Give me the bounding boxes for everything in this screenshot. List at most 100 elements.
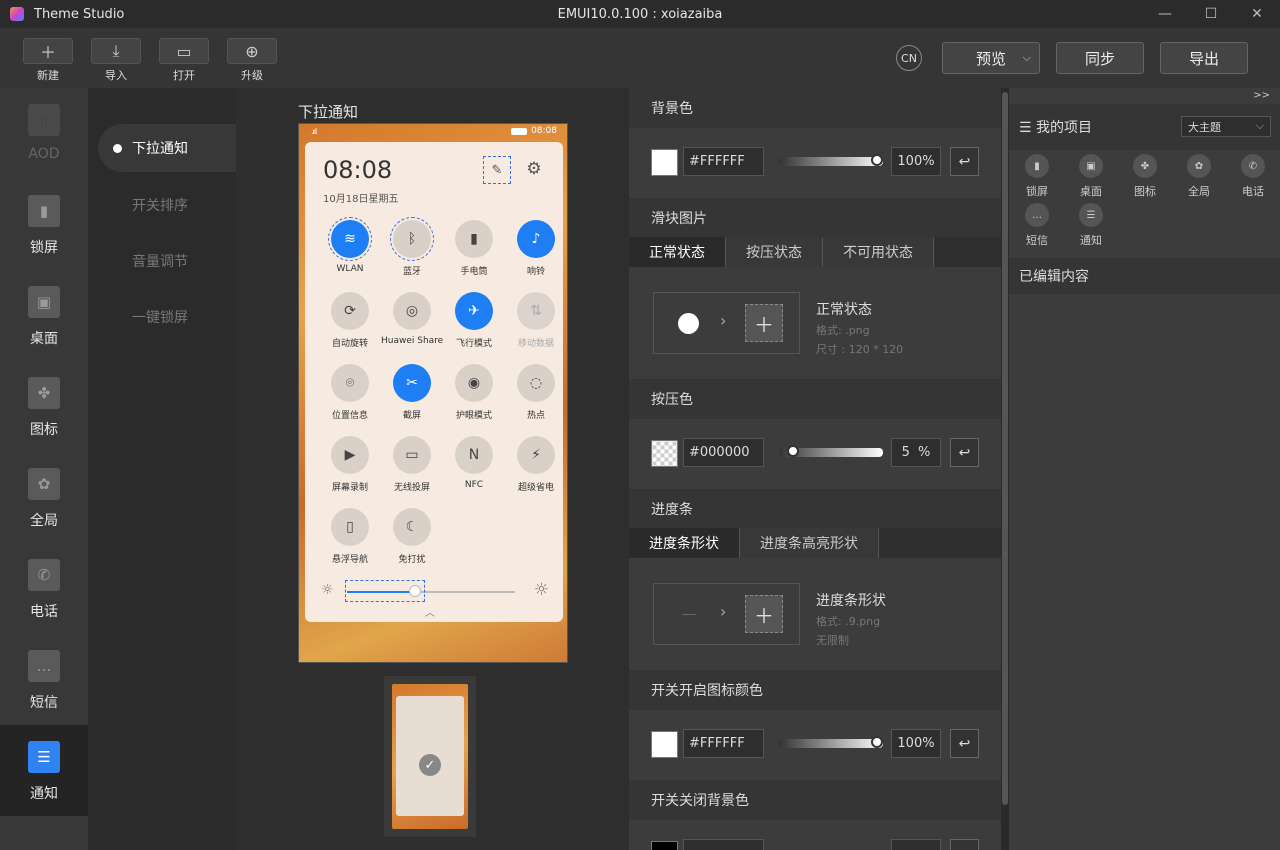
switch-on-opacity-thumb[interactable] <box>871 736 883 748</box>
minimize-button[interactable]: — <box>1142 0 1188 28</box>
brightness-thumb[interactable] <box>409 585 421 597</box>
bg-reset-button[interactable]: ↩ <box>950 147 979 176</box>
tab-pressed-state[interactable]: 按压状态 <box>726 237 823 267</box>
qs-tile-float-nav[interactable]: ▯ 悬浮导航 <box>319 508 381 565</box>
bg-opacity-slider[interactable] <box>779 147 883 176</box>
add-image-button[interactable]: ＋ <box>745 304 783 342</box>
subnav-volume[interactable]: 音量调节 <box>98 237 236 285</box>
properties-scrollbar[interactable] <box>1001 88 1009 850</box>
qs-tile-location[interactable]: ⌾ 位置信息 <box>319 364 381 421</box>
qs-tile-bluetooth[interactable]: ᛒ 蓝牙 <box>381 217 443 277</box>
nav-lockscreen[interactable]: ▮ 锁屏 <box>0 179 88 270</box>
qs-tile-hotspot[interactable]: ◌ 热点 <box>505 364 567 421</box>
project-item-global[interactable]: ✿ 全局 <box>1172 154 1226 199</box>
qs-tile-bell[interactable]: ♪ 响铃 <box>505 220 567 277</box>
add-image-button[interactable]: ＋ <box>745 595 783 633</box>
qs-tile-flashlight[interactable]: ▮ 手电筒 <box>443 220 505 277</box>
switch-on-color-swatch[interactable] <box>651 731 678 758</box>
bg-opacity-input[interactable]: 100% <box>891 147 941 176</box>
switch-on-opacity-input[interactable]: 100% <box>891 729 941 758</box>
export-button[interactable]: 导出 <box>1160 42 1248 74</box>
project-item-desktop[interactable]: ▣ 桌面 <box>1064 154 1118 199</box>
upgrade-button[interactable]: ⊕ 升级 <box>227 38 277 83</box>
theme-type-select[interactable]: 大主题 ⌵ <box>1181 116 1271 137</box>
qs-tile-cast[interactable]: ▭ 无线投屏 <box>381 436 443 493</box>
phone-icon: ✆ <box>1241 154 1265 178</box>
qs-tile-screenshot[interactable]: ✂ 截屏 <box>381 364 443 421</box>
scrollbar-thumb[interactable] <box>1002 92 1008 805</box>
sync-button[interactable]: 同步 <box>1056 42 1144 74</box>
phone-icon: ✆ <box>28 559 60 591</box>
maximize-button[interactable]: ☐ <box>1188 0 1234 28</box>
project-item-icons[interactable]: ✤ 图标 <box>1118 154 1172 199</box>
bell-icon: ♪ <box>517 220 555 258</box>
tab-disabled-state[interactable]: 不可用状态 <box>823 237 934 267</box>
edit-icon[interactable]: ✎ <box>483 156 511 184</box>
qs-tile-airplane[interactable]: ✈ 飞行模式 <box>443 292 505 349</box>
import-button[interactable]: ⤓ 导入 <box>91 38 141 83</box>
nav-aod[interactable]: ▯ AOD <box>0 88 88 179</box>
gear-icon[interactable]: ⚙ <box>523 158 545 180</box>
tab-normal-state[interactable]: 正常状态 <box>629 237 726 267</box>
left-nav: ▯ AOD ▮ 锁屏 ▣ 桌面 ✤ 图标 ✿ 全局 ✆ 电话 … 短信 ☰ 通知 <box>0 88 88 850</box>
qs-tile-record[interactable]: ▶ 屏幕录制 <box>319 436 381 493</box>
my-projects-label: 我的项目 <box>1036 120 1093 136</box>
press-color-swatch[interactable] <box>651 440 678 467</box>
project-item-lockscreen[interactable]: ▮ 锁屏 <box>1010 154 1064 199</box>
bg-hex-input[interactable]: #FFFFFF <box>683 147 764 176</box>
switch-on-hex-input[interactable]: #FFFFFF <box>683 729 764 758</box>
open-button[interactable]: ▭ 打开 <box>159 38 209 83</box>
nav-icons[interactable]: ✤ 图标 <box>0 361 88 452</box>
page-thumbnail[interactable]: ✓ <box>384 676 476 837</box>
bg-color-swatch[interactable] <box>651 149 678 176</box>
subnav-switch-order[interactable]: 开关排序 <box>98 181 236 229</box>
switch-on-reset-button[interactable]: ↩ <box>950 729 979 758</box>
qs-tile-mobile-data[interactable]: ⇅ 移动数据 <box>505 292 567 349</box>
rotate-icon: ⟳ <box>331 292 369 330</box>
qs-tile-rotate[interactable]: ⟳ 自动旋转 <box>319 292 381 349</box>
nav-desktop[interactable]: ▣ 桌面 <box>0 270 88 361</box>
switch-off-color-swatch[interactable] <box>651 841 678 850</box>
press-opacity-input[interactable]: 5 % <box>891 438 941 467</box>
switch-off-reset-button[interactable] <box>950 839 979 850</box>
nav-notification[interactable]: ☰ 通知 <box>0 725 88 816</box>
language-button[interactable]: CN <box>896 45 922 71</box>
nav-notification-label: 通知 <box>30 786 58 802</box>
nav-message[interactable]: … 短信 <box>0 634 88 725</box>
tab-progress-shape[interactable]: 进度条形状 <box>629 528 740 558</box>
press-reset-button[interactable]: ↩ <box>950 438 979 467</box>
new-button[interactable]: ＋ 新建 <box>23 38 73 83</box>
project-item-phone[interactable]: ✆ 电话 <box>1226 154 1280 199</box>
switch-off-opacity-input[interactable] <box>891 839 941 850</box>
press-hex-input[interactable]: #000000 <box>683 438 764 467</box>
brightness-slider[interactable]: ☼ ☼ <box>319 580 549 604</box>
qs-tile-eye[interactable]: ◉ 护眼模式 <box>443 364 505 421</box>
nfc-icon: N <box>455 436 493 474</box>
qs-tile-share[interactable]: ◎ Huawei Share <box>381 292 443 346</box>
press-opacity-slider[interactable] <box>779 438 883 467</box>
switch-off-opacity-slider[interactable] <box>779 839 883 850</box>
qs-tile-moon[interactable]: ☾ 免打扰 <box>381 508 443 565</box>
project-item-message[interactable]: … 短信 <box>1010 203 1064 248</box>
bg-opacity-thumb[interactable] <box>871 154 883 166</box>
phone-preview[interactable]: .ııl 08:08 08:08 10月18日星期五 ✎ ⚙ ≋ WLAN ᛒ 蓝牙 ▮… <box>298 123 568 663</box>
nav-phone[interactable]: ✆ 电话 <box>0 543 88 634</box>
nav-global[interactable]: ✿ 全局 <box>0 452 88 543</box>
switch-on-opacity-slider[interactable] <box>779 729 883 758</box>
subnav-pulldown[interactable]: 下拉通知 <box>98 124 236 172</box>
nav-global-label: 全局 <box>30 513 58 529</box>
my-projects-header: ☰ 我的项目 大主题 ⌵ <box>1009 104 1280 150</box>
preview-dropdown[interactable]: 预览 ⌵ <box>942 42 1040 74</box>
subnav-lock[interactable]: 一键锁屏 <box>98 293 236 341</box>
chevron-up-icon[interactable]: ︿ <box>425 604 435 619</box>
qs-tile-wifi[interactable]: ≋ WLAN <box>319 217 381 274</box>
switch-off-hex-input[interactable] <box>683 839 764 850</box>
project-item-notification[interactable]: ☰ 通知 <box>1064 203 1118 248</box>
close-button[interactable]: ✕ <box>1234 0 1280 28</box>
window-title: EMUI10.0.100 : xoiazaiba <box>557 6 723 22</box>
tab-progress-highlight[interactable]: 进度条高亮形状 <box>740 528 879 558</box>
qs-tile-battery-saver[interactable]: ⚡ 超级省电 <box>505 436 567 493</box>
collapse-button[interactable]: >> <box>1253 90 1270 101</box>
list-icon: ☰ <box>1019 120 1037 136</box>
qs-tile-nfc[interactable]: N NFC <box>443 436 505 490</box>
